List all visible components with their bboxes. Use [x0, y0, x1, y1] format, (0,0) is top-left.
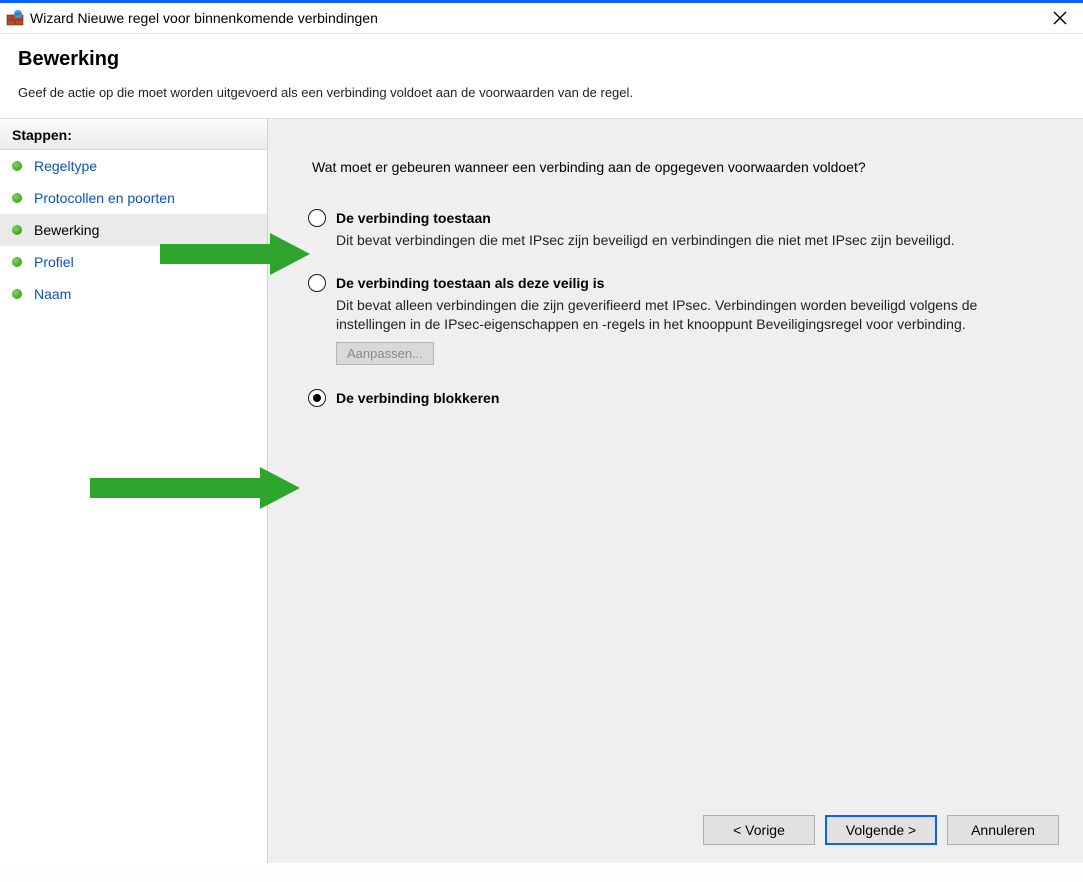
page-subtitle: Geef de actie op die moet worden uitgevo… [18, 85, 1065, 100]
step-bullet-icon [12, 225, 22, 235]
cancel-button[interactable]: Annuleren [947, 815, 1059, 845]
option-row[interactable]: De verbinding blokkeren [308, 389, 1043, 407]
step-bullet-icon [12, 289, 22, 299]
steps-sidebar: Stappen: Regeltype Protocollen en poorte… [0, 119, 268, 863]
radio-block[interactable] [308, 389, 326, 407]
step-bullet-icon [12, 193, 22, 203]
customize-button: Aanpassen... [336, 342, 434, 365]
step-label: Bewerking [34, 222, 99, 238]
wizard-body: Stappen: Regeltype Protocollen en poorte… [0, 119, 1083, 863]
option-title: De verbinding toestaan als deze veilig i… [336, 275, 604, 291]
step-bewerking[interactable]: Bewerking [0, 214, 267, 246]
step-protocollen-en-poorten[interactable]: Protocollen en poorten [0, 182, 267, 214]
window-title: Wizard Nieuwe regel voor binnenkomende v… [30, 10, 1037, 26]
step-label: Profiel [34, 254, 74, 270]
titlebar: Wizard Nieuwe regel voor binnenkomende v… [0, 3, 1083, 34]
radio-allow-secure[interactable] [308, 274, 326, 292]
wizard-content: Wat moet er gebeuren wanneer een verbind… [268, 119, 1083, 863]
step-label: Naam [34, 286, 71, 302]
close-button[interactable] [1037, 3, 1083, 33]
step-naam[interactable]: Naam [0, 278, 267, 310]
option-allow-secure: De verbinding toestaan als deze veilig i… [308, 274, 1043, 365]
steps-header: Stappen: [0, 119, 267, 150]
option-desc: Dit bevat verbindingen die met IPsec zij… [336, 231, 996, 250]
step-profiel[interactable]: Profiel [0, 246, 267, 278]
wizard-header: Bewerking Geef de actie op die moet word… [0, 34, 1083, 119]
option-desc: Dit bevat alleen verbindingen die zijn g… [336, 296, 996, 334]
step-label: Regeltype [34, 158, 97, 174]
option-title: De verbinding blokkeren [336, 390, 499, 406]
close-icon [1053, 11, 1067, 25]
steps-list: Regeltype Protocollen en poorten Bewerki… [0, 150, 267, 310]
step-label: Protocollen en poorten [34, 190, 175, 206]
step-bullet-icon [12, 161, 22, 171]
firewall-icon [6, 9, 24, 27]
page-heading: Bewerking [18, 48, 1065, 71]
radio-allow[interactable] [308, 209, 326, 227]
option-row[interactable]: De verbinding toestaan [308, 209, 1043, 227]
option-row[interactable]: De verbinding toestaan als deze veilig i… [308, 274, 1043, 292]
option-allow: De verbinding toestaan Dit bevat verbind… [308, 209, 1043, 250]
step-bullet-icon [12, 257, 22, 267]
option-title: De verbinding toestaan [336, 210, 491, 226]
step-regeltype[interactable]: Regeltype [0, 150, 267, 182]
content-prompt: Wat moet er gebeuren wanneer een verbind… [312, 159, 1043, 175]
back-button[interactable]: < Vorige [703, 815, 815, 845]
wizard-window: Wizard Nieuwe regel voor binnenkomende v… [0, 0, 1083, 865]
option-block: De verbinding blokkeren [308, 389, 1043, 407]
next-button[interactable]: Volgende > [825, 815, 937, 845]
wizard-footer: < Vorige Volgende > Annuleren [703, 815, 1059, 845]
